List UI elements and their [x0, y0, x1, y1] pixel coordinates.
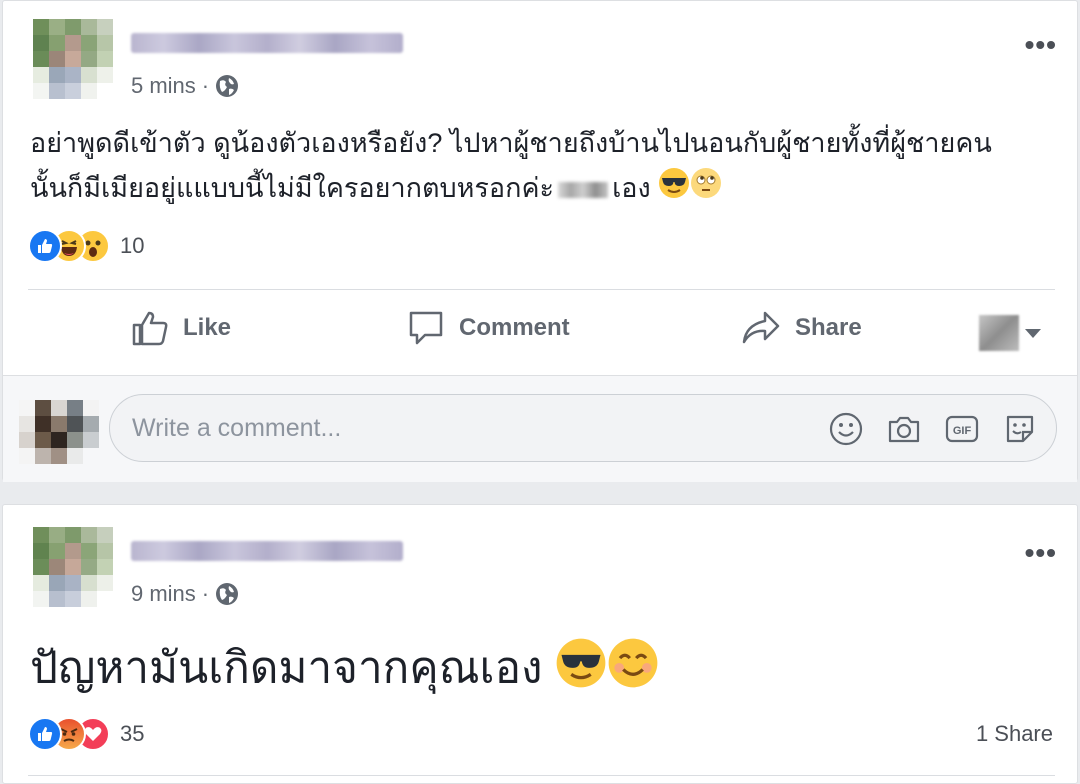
- like-button[interactable]: Like: [131, 309, 231, 347]
- smiling-emoji-icon: [607, 637, 659, 705]
- like-icon: [132, 311, 168, 346]
- more-options-button[interactable]: •••: [1025, 539, 1057, 567]
- share-label: Share: [795, 314, 862, 341]
- post-card: 9 mins · ••• ปัญหามันเกิดมาจากคุณเอง 35 …: [2, 504, 1078, 784]
- post-text: อย่าพูดดีเข้าตัว ดูน้องตัวเองหรือยัง? ไป…: [30, 121, 992, 213]
- separator: ·: [201, 73, 210, 98]
- avatar[interactable]: [33, 19, 113, 99]
- like-reaction-icon: [28, 717, 62, 751]
- sunglasses-emoji-icon: [658, 167, 690, 213]
- comment-composer: Write a comment... GIF: [3, 375, 1077, 482]
- comment-placeholder: Write a comment...: [132, 413, 342, 442]
- separator: ·: [201, 581, 210, 606]
- share-count[interactable]: 1 Share: [976, 721, 1053, 747]
- comment-label: Comment: [459, 314, 570, 341]
- share-icon: [742, 311, 780, 344]
- post-text-segment: เอง: [612, 173, 651, 203]
- comment-button[interactable]: Comment: [407, 309, 570, 347]
- chevron-down-icon: [1025, 328, 1041, 338]
- profile-thumbnail: [979, 315, 1019, 351]
- sticker-icon[interactable]: [1002, 411, 1038, 447]
- timestamp[interactable]: 9 mins: [131, 581, 196, 607]
- divider: [28, 289, 1055, 290]
- timestamp[interactable]: 5 mins: [131, 73, 196, 99]
- svg-text:GIF: GIF: [953, 425, 972, 437]
- more-options-button[interactable]: •••: [1025, 31, 1057, 59]
- blurred-name: [558, 181, 609, 198]
- post-text-line: นั้นก็มีเมียอยู่แแบบนี้ไม่มีใครอยากตบหรอ…: [30, 166, 992, 213]
- reaction-count[interactable]: 35: [120, 721, 144, 747]
- post-text-segment: นั้นก็มีเมียอยู่แแบบนี้ไม่มีใครอยากตบหรอ…: [30, 173, 555, 203]
- reactions-summary[interactable]: 35: [28, 717, 144, 751]
- avatar[interactable]: [33, 527, 113, 607]
- gif-icon[interactable]: GIF: [944, 411, 980, 447]
- rolling-eyes-emoji-icon: [690, 167, 722, 213]
- current-user-avatar[interactable]: [19, 400, 99, 464]
- divider: [28, 775, 1055, 776]
- globe-icon: [215, 74, 239, 98]
- like-label: Like: [183, 314, 232, 341]
- post-text-line: อย่าพูดดีเข้าตัว ดูน้องตัวเองหรือยัง? ไป…: [30, 128, 992, 158]
- comment-input[interactable]: Write a comment... GIF: [109, 394, 1057, 462]
- like-reaction-icon: [28, 229, 62, 263]
- reaction-count[interactable]: 10: [120, 233, 144, 259]
- post-text: ปัญหามันเกิดมาจากคุณเอง: [30, 637, 659, 705]
- post-meta: 5 mins ·: [131, 73, 239, 99]
- reactions-summary[interactable]: 10: [28, 229, 144, 263]
- author-name[interactable]: [131, 541, 403, 561]
- comment-tools: GIF: [806, 411, 1038, 447]
- share-button[interactable]: Share: [741, 309, 862, 347]
- author-name[interactable]: [131, 33, 403, 53]
- reaction-profile-selector[interactable]: [979, 315, 1041, 351]
- globe-icon: [215, 582, 239, 606]
- post-meta: 9 mins ·: [131, 581, 239, 607]
- camera-icon[interactable]: [886, 411, 922, 447]
- sunglasses-emoji-icon: [555, 637, 607, 705]
- post-text-line: ปัญหามันเกิดมาจากคุณเอง: [30, 643, 543, 693]
- emoji-icon[interactable]: [828, 411, 864, 447]
- post-card: 5 mins · ••• อย่าพูดดีเข้าตัว ดูน้องตัวเ…: [2, 0, 1078, 482]
- comment-icon: [409, 311, 443, 345]
